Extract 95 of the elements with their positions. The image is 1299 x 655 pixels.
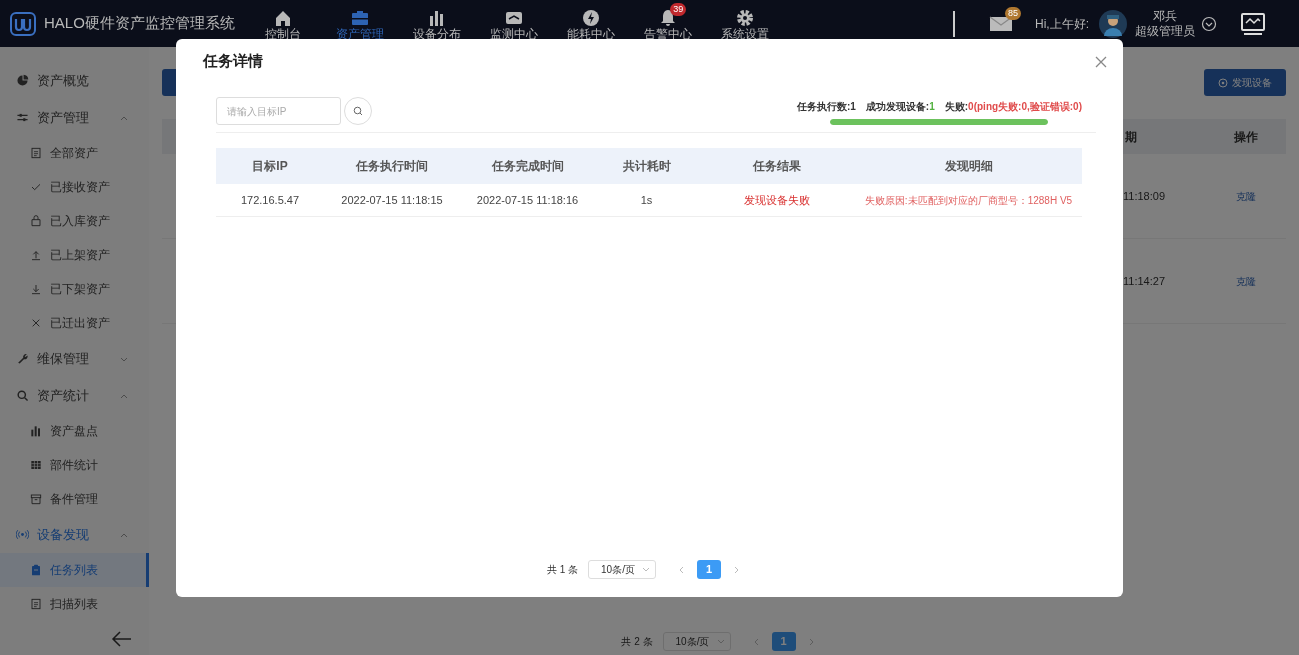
page-button[interactable]: 1 — [697, 560, 722, 579]
total-count: 共 2 条 — [621, 635, 653, 649]
table-cell-text: 2022-07-15 11:18:15 — [340, 192, 444, 208]
column-header: 任务完成时间 — [490, 158, 565, 175]
clipboard-icon — [30, 564, 42, 576]
stat-text: 成功发现设备:1 — [865, 100, 935, 114]
user-name: 邓兵 — [1153, 8, 1177, 24]
column-header: 发现明细 — [943, 158, 994, 175]
sidebar-item[interactable]: 资产盘点 — [0, 414, 149, 448]
column-header: 期 — [1124, 128, 1138, 146]
sidebar-item[interactable]: 维保管理 — [0, 340, 149, 377]
avatar — [1099, 9, 1127, 38]
document-icon — [30, 147, 42, 159]
column-header: 操作 — [1233, 128, 1259, 146]
table-cell-text: 发现设备失败 — [742, 192, 811, 208]
nav-tab[interactable]: 系统设置 — [706, 5, 784, 42]
search-icon — [16, 389, 29, 402]
previous-page-icon — [678, 565, 686, 574]
count-badge: 85 — [1005, 7, 1021, 21]
dialog-title: 任务详情 — [203, 51, 263, 72]
app-title: HALO硬件资产监控管理系统 — [44, 13, 235, 34]
wrench-icon — [16, 352, 29, 365]
lightning-icon — [582, 9, 601, 28]
back-arrow-icon — [111, 629, 133, 649]
target-icon — [1218, 77, 1228, 88]
sidebar-item[interactable]: 备件管理 — [0, 482, 149, 516]
search-button[interactable] — [344, 97, 372, 125]
document-icon — [30, 598, 42, 610]
sidebar-item[interactable]: 扫描列表 — [0, 587, 149, 621]
table-cell-text: 2022-07-15 11:18:16 — [475, 192, 580, 208]
close-icon — [30, 317, 42, 329]
total-count: 共 1 条 — [546, 563, 579, 577]
screen-icon — [1241, 12, 1265, 35]
page-button[interactable]: 1 — [771, 632, 796, 651]
mail-icon — [989, 14, 1013, 33]
count-badge: 39 — [670, 3, 687, 17]
logo-icon — [10, 10, 36, 37]
search-field[interactable]: 请输入目标IP — [216, 97, 341, 125]
sidebar-item[interactable]: 全部资产 — [0, 136, 149, 170]
nav-tab[interactable]: 能耗中心 — [552, 5, 630, 42]
next-page-icon — [733, 565, 741, 574]
close-button[interactable] — [1095, 55, 1107, 68]
settings-icon — [736, 9, 755, 28]
house-icon — [274, 9, 293, 28]
toolbox-icon — [351, 9, 370, 28]
lock-icon — [30, 215, 42, 227]
close-icon — [1095, 55, 1107, 68]
nav-tab[interactable]: 设备分布 — [398, 5, 476, 42]
column-header: 共计耗时 — [621, 158, 672, 175]
table-cell-text: 172.16.5.47 — [239, 192, 301, 208]
archive-icon — [30, 493, 42, 505]
user-role: 超级管理员 — [1135, 23, 1195, 39]
sidebar-item[interactable]: 任务列表 — [0, 553, 149, 587]
bar-chart-icon — [30, 425, 42, 437]
sidebar-item[interactable]: 已上架资产 — [0, 238, 149, 272]
divider-line — [953, 10, 955, 37]
column-header: 任务结果 — [751, 158, 802, 175]
stat-text: 任务执行数:1 — [796, 100, 856, 114]
column-header: 任务执行时间 — [355, 158, 429, 175]
stat-text: 失败:0(ping失败:0,验证错误:0) — [944, 100, 1082, 114]
sidebar-item[interactable]: 资产概览 — [0, 62, 149, 99]
nav-tab[interactable]: 监测中心 — [475, 5, 553, 42]
discover-button[interactable]: 发现设备 — [1204, 69, 1286, 96]
sidebar-item[interactable]: 资产管理 — [0, 99, 149, 136]
greeting-text: Hi,上午好: — [1035, 15, 1089, 33]
sidebar-item[interactable]: 已下架资产 — [0, 272, 149, 306]
page-size-select[interactable]: 10条/页 — [662, 632, 731, 651]
caret-icon — [716, 638, 725, 645]
table-cell-text: 11:18:09 — [1123, 188, 1166, 204]
column-header: 目标IP — [251, 158, 289, 175]
table-cell-text: 11:14:27 — [1123, 273, 1166, 289]
clone-link[interactable]: 克隆 — [1206, 188, 1286, 204]
grid-icon — [30, 459, 42, 471]
previous-page-icon — [752, 637, 760, 646]
dropdown-icon — [1201, 15, 1217, 32]
clone-link[interactable]: 克隆 — [1206, 273, 1286, 289]
table-cell-text: 失败原因:未匹配到对应的厂商型号：1288H V5 — [863, 193, 1074, 208]
upload-icon — [30, 249, 42, 261]
page-size-select[interactable]: 10条/页 — [588, 560, 657, 579]
caret-icon — [642, 566, 651, 573]
pie-chart-icon — [16, 74, 29, 87]
search-icon — [353, 106, 363, 116]
table-cell-text: 1s — [639, 192, 654, 208]
nav-tab[interactable]: 控制台 — [244, 5, 322, 42]
sidebar-item[interactable]: 已迁出资产 — [0, 306, 149, 340]
sidebar-item[interactable]: 部件统计 — [0, 448, 149, 482]
check-icon — [30, 181, 42, 193]
sidebar-item[interactable]: 设备发现 — [0, 516, 149, 553]
download-icon — [30, 283, 42, 295]
sidebar-item[interactable]: 已入库资产 — [0, 204, 149, 238]
next-page-icon — [807, 637, 815, 646]
sliders-icon — [16, 111, 29, 124]
signal-icon — [16, 528, 29, 541]
sidebar-item[interactable]: 已接收资产 — [0, 170, 149, 204]
sidebar-item[interactable]: 资产统计 — [0, 377, 149, 414]
